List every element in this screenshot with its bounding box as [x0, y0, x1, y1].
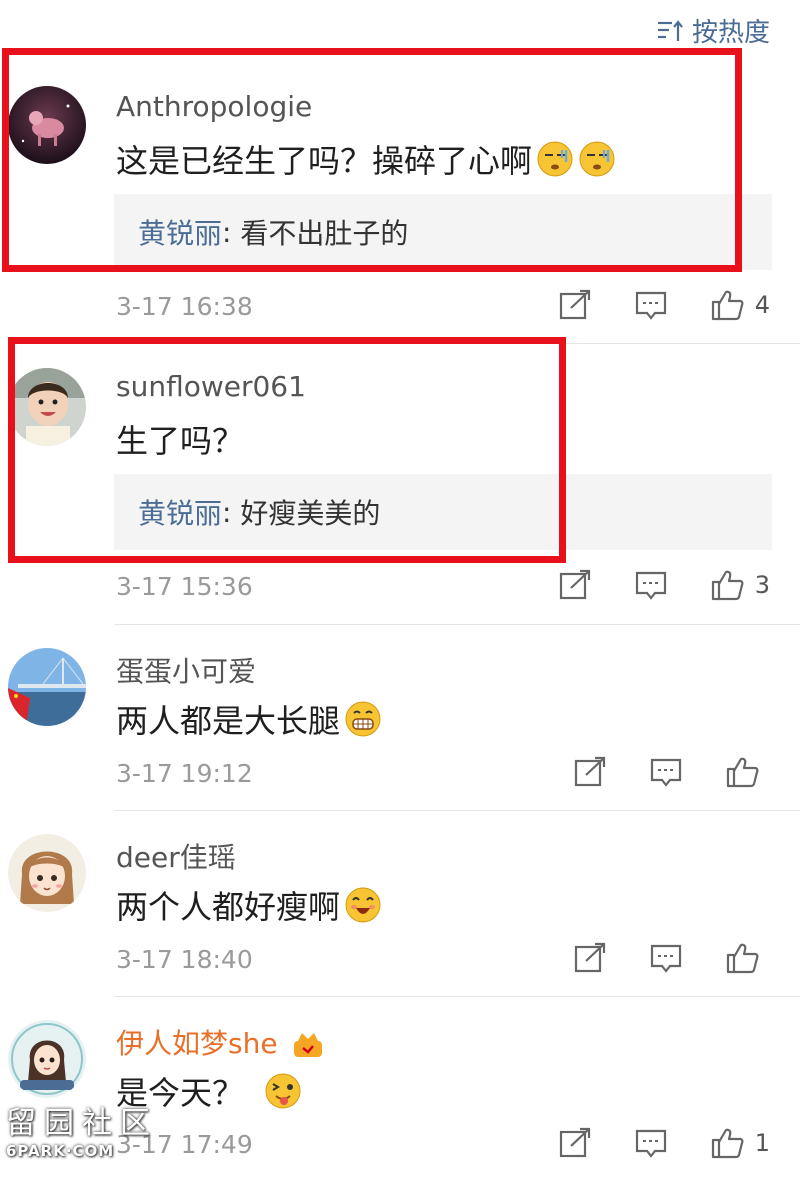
like-button[interactable]: [724, 941, 770, 975]
avatar-image: [8, 1020, 86, 1098]
comment-button[interactable]: [648, 941, 684, 975]
comment-actions: 1: [557, 1126, 770, 1160]
avatar-image: [8, 834, 86, 912]
share-icon: [574, 942, 606, 973]
happy-face-emoji: [344, 886, 382, 924]
comment-text-row: 两人都是大长腿: [116, 696, 382, 742]
comment-button[interactable]: [633, 568, 669, 602]
timestamp: 3-17 19:12: [116, 759, 253, 788]
like-button[interactable]: [724, 755, 770, 789]
sort-by-hot-button[interactable]: 按热度: [656, 12, 770, 49]
avatar-image: [8, 648, 86, 726]
divider: [114, 810, 800, 811]
comment-actions: [572, 755, 770, 789]
comment-text-row: 两个人都好瘦啊: [116, 882, 382, 928]
avatar[interactable]: [8, 648, 86, 726]
comment-text: 两人都是大长腿: [116, 702, 341, 740]
thumbs-up-icon: [711, 1128, 744, 1159]
vip-crown-icon: [294, 1033, 323, 1057]
watermark-cn: 留园社区: [6, 1106, 158, 1141]
watermark-en: 6PARK·COM: [6, 1142, 115, 1160]
avatar[interactable]: [8, 834, 86, 912]
timestamp: 3-17 18:40: [116, 945, 253, 974]
like-button[interactable]: 3: [709, 568, 770, 602]
username-text[interactable]: 伊人如梦she: [116, 1027, 278, 1060]
grin-face-emoji: [344, 700, 382, 738]
sort-icon: [657, 19, 683, 41]
comment-button[interactable]: [633, 1126, 669, 1160]
timestamp: 3-17 15:36: [116, 572, 253, 601]
like-button[interactable]: 4: [709, 288, 770, 322]
username[interactable]: 蛋蛋小可爱: [116, 650, 256, 690]
share-button[interactable]: [572, 755, 608, 789]
share-button[interactable]: [557, 288, 593, 322]
wink-tongue-emoji: [264, 1072, 302, 1110]
share-button[interactable]: [557, 568, 593, 602]
comment-icon: [635, 571, 666, 600]
avatar[interactable]: [8, 1020, 86, 1098]
thumbs-up-icon: [726, 757, 759, 788]
like-button[interactable]: 1: [709, 1126, 770, 1160]
comment-actions: [572, 941, 770, 975]
comment-actions: 3: [557, 568, 770, 602]
comment-actions: 4: [557, 288, 770, 322]
watermark: 留园社区 6PARK·COM: [6, 1098, 158, 1160]
username[interactable]: 伊人如梦she: [116, 1022, 324, 1062]
share-button[interactable]: [572, 941, 608, 975]
comment-icon: [650, 944, 682, 973]
comment-text: 两个人都好瘦啊: [116, 888, 341, 926]
comment-icon: [650, 758, 682, 787]
share-button[interactable]: [557, 1126, 593, 1160]
sort-label: 按热度: [691, 18, 770, 48]
timestamp: 3-17 16:38: [116, 292, 253, 321]
username[interactable]: deer佳瑶: [116, 836, 236, 876]
like-count: 3: [754, 571, 770, 599]
like-count: 1: [754, 1129, 770, 1157]
share-icon: [559, 289, 590, 320]
share-icon: [574, 756, 606, 787]
share-icon: [559, 569, 590, 600]
comment-button[interactable]: [648, 755, 684, 789]
divider: [114, 996, 800, 997]
highlight-box: [2, 48, 742, 272]
highlight-box: [8, 337, 566, 563]
comment-icon: [635, 291, 666, 320]
comment-button[interactable]: [633, 288, 669, 322]
comment-icon: [635, 1129, 666, 1158]
divider: [114, 624, 800, 625]
like-count: 4: [754, 291, 770, 319]
thumbs-up-icon: [726, 943, 759, 974]
thumbs-up-icon: [711, 290, 744, 321]
share-icon: [559, 1127, 590, 1158]
thumbs-up-icon: [711, 570, 744, 601]
